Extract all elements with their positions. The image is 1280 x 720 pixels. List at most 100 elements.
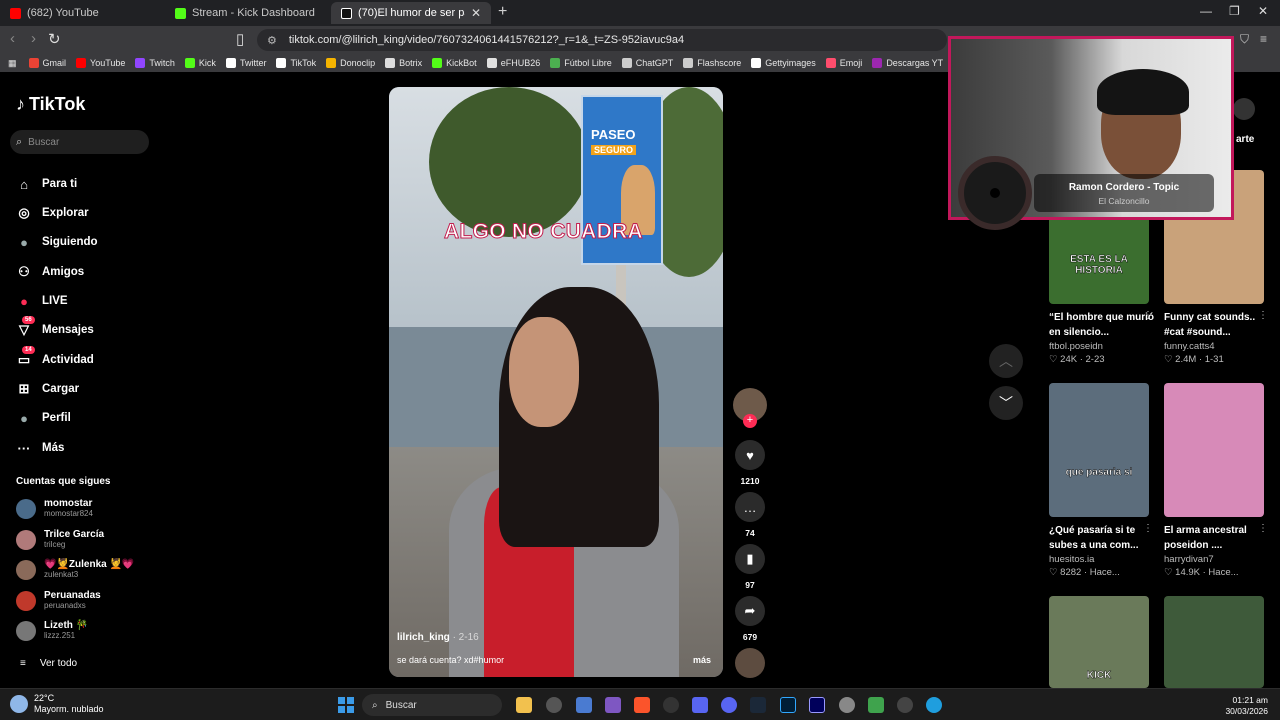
edge-icon[interactable] xyxy=(926,697,942,713)
recommended-title: ¿Qué pasaría si te subes a una com... xyxy=(1049,525,1139,551)
following-heading: Cuentas que sigues xyxy=(16,476,111,487)
bookmark-label: Twitch xyxy=(149,58,175,68)
partial-tab-label[interactable]: arte xyxy=(1236,134,1254,145)
discord-icon[interactable] xyxy=(692,697,708,713)
bookmark-item[interactable]: Twitch xyxy=(135,58,175,68)
bookmark-item[interactable]: Descargas YT xyxy=(872,58,943,68)
bookmark-item[interactable]: Kick xyxy=(184,58,216,68)
system-clock[interactable]: 01:21 am 30/03/2026 xyxy=(1225,695,1268,717)
brave-browser-icon[interactable] xyxy=(634,697,650,713)
follow-plus-icon[interactable]: + xyxy=(743,414,757,428)
sidebar-item-amigos[interactable]: ⚇ Amigos xyxy=(16,264,84,280)
more-link[interactable]: más xyxy=(693,655,711,665)
like-button[interactable]: ♥ 1210 xyxy=(735,440,765,486)
bookmark-item[interactable]: Twitter xyxy=(225,58,266,68)
site-settings-icon[interactable]: ⚙ xyxy=(267,34,277,47)
reload-icon[interactable]: ↻ xyxy=(48,30,61,48)
sidebar-item-cargar[interactable]: ⊞ Cargar xyxy=(16,381,80,397)
maximize-icon[interactable]: ❐ xyxy=(1229,4,1240,18)
sidebar-item-explorar[interactable]: ◎ Explorar xyxy=(16,205,88,221)
start-button[interactable] xyxy=(338,697,354,713)
share-button[interactable]: ➦ 679 xyxy=(735,596,765,642)
media-player-icon[interactable] xyxy=(663,697,679,713)
now-playing-box: Ramon Cordero - Topic El Calzoncillo xyxy=(1034,174,1214,212)
bookmark-item[interactable]: Gettyimages xyxy=(751,58,816,68)
recommended-video-card[interactable]: que pasaria si ¿Qué pasaría si te subes a… xyxy=(1049,383,1157,578)
photoshop-icon[interactable] xyxy=(780,697,796,713)
followed-account[interactable]: Lizeth 🎋 lizzz.251 xyxy=(16,620,88,641)
minimize-icon[interactable]: — xyxy=(1200,4,1212,18)
profile-mini-avatar[interactable] xyxy=(1233,98,1255,120)
obs-icon[interactable] xyxy=(546,697,562,713)
sidebar-item-perfil[interactable]: ● Perfil xyxy=(16,410,71,426)
bookmark-item[interactable]: Botrix xyxy=(385,58,422,68)
recommended-video-card[interactable] xyxy=(1164,596,1264,688)
recommended-video-card[interactable]: El arma ancestral poseidon .... harrydiva… xyxy=(1164,383,1272,578)
bookmark-item[interactable]: Flashscore xyxy=(683,58,741,68)
music-avatar[interactable] xyxy=(735,648,765,678)
new-tab-button[interactable]: + xyxy=(498,3,507,21)
notepad-icon[interactable] xyxy=(868,697,884,713)
play-icon[interactable] xyxy=(897,697,913,713)
sidebar-item-para-ti[interactable]: ⌂ Para ti xyxy=(16,176,77,192)
video-overlay-caption: ALGO NO CUADRA xyxy=(443,220,644,244)
bookmark-item[interactable]: Gmail xyxy=(28,58,66,68)
apps-grid-icon[interactable]: ▦ xyxy=(8,58,17,69)
see-all-link[interactable]: ≡ Ver todo xyxy=(20,658,77,669)
steam-icon[interactable] xyxy=(750,697,766,713)
video-player[interactable]: PASEO SEGURO ALGO NO CUADRA lilrich_king… xyxy=(389,87,723,677)
previous-video-button[interactable]: ︿ xyxy=(989,344,1023,378)
bookmark-item[interactable]: Fútbol Libre xyxy=(550,58,612,68)
save-button[interactable]: ▮ 97 xyxy=(735,544,765,590)
sidebar-item-label: Más xyxy=(42,442,65,454)
tab-kick-dashboard[interactable]: Stream - Kick Dashboard xyxy=(165,2,331,24)
bookmark-item[interactable]: ChatGPT xyxy=(621,58,673,68)
bookmark-item[interactable]: TikTok xyxy=(276,58,316,68)
close-window-icon[interactable]: ✕ xyxy=(1258,4,1268,18)
close-tab-icon[interactable]: ✕ xyxy=(471,6,481,20)
menu-icon[interactable]: ≡ xyxy=(1260,32,1267,46)
followed-account[interactable]: momostar momostar824 xyxy=(16,498,93,519)
bookmark-label: Fútbol Libre xyxy=(564,58,612,68)
bookmark-item[interactable]: eFHUB26 xyxy=(486,58,540,68)
bookmark-icon[interactable]: ▯ xyxy=(236,30,244,48)
premiere-icon[interactable] xyxy=(809,697,825,713)
bookmark-item[interactable]: Emoji xyxy=(825,58,862,68)
comment-button[interactable]: … 74 xyxy=(735,492,765,538)
bookmark-item[interactable]: YouTube xyxy=(76,58,125,68)
discord-alt-icon[interactable] xyxy=(721,697,737,713)
more-options-icon[interactable]: ⋮ xyxy=(1143,523,1153,534)
settings-gear-icon[interactable] xyxy=(839,697,855,713)
weather-widget[interactable]: 22°C Mayorm. nublado xyxy=(10,693,104,715)
bookmark-item[interactable]: KickBot xyxy=(432,58,477,68)
tiktok-logo[interactable]: ♪ TikTok xyxy=(16,94,85,115)
sidebar-item-actividad[interactable]: ▭ 14 Actividad xyxy=(16,346,94,368)
sidebar-item-mensajes[interactable]: ▽ 56 Mensajes xyxy=(16,316,94,338)
bookmark-item[interactable]: Donoclip xyxy=(326,58,375,68)
address-bar[interactable]: ⚙ tiktok.com/@lilrich_king/video/7607324… xyxy=(257,29,947,51)
taskbar-search[interactable]: ⌕ Buscar xyxy=(362,694,502,716)
more-options-icon[interactable]: ⋮ xyxy=(1258,523,1268,534)
file-explorer-icon[interactable] xyxy=(516,697,532,713)
sidebar-item-live[interactable]: ● LIVE xyxy=(16,293,68,309)
tab-tiktok-active[interactable]: (70)El humor de ser papá en tre ✕ xyxy=(331,2,491,24)
taskbar-search-label: Buscar xyxy=(385,699,417,711)
author-name: lilrich_king xyxy=(397,632,450,643)
video-author[interactable]: lilrich_king · 2-16 xyxy=(397,632,479,643)
search-input[interactable]: ⌕ Buscar xyxy=(10,130,149,154)
sidebar-item-siguiendo[interactable]: ● Siguiendo xyxy=(16,234,98,250)
tab-youtube[interactable]: (682) YouTube xyxy=(0,2,165,24)
next-video-button[interactable]: ﹀ xyxy=(989,386,1023,420)
more-options-icon[interactable]: ⋮ xyxy=(1143,310,1153,321)
forward-icon[interactable]: › xyxy=(31,30,36,47)
followed-account[interactable]: 💗💆Zulenka 💆💗 zulenkat3 xyxy=(16,559,134,580)
recommended-video-card[interactable]: KICK xyxy=(1049,596,1149,688)
sidebar-item-más[interactable]: ··· Más xyxy=(16,440,65,456)
app-icon[interactable] xyxy=(605,697,621,713)
back-icon[interactable]: ‹ xyxy=(10,30,15,47)
app-icon[interactable] xyxy=(576,697,592,713)
followed-account[interactable]: Peruanadas peruanadxs xyxy=(16,590,101,611)
followed-account[interactable]: Trilce García trilceg xyxy=(16,529,104,550)
more-options-icon[interactable]: ⋮ xyxy=(1258,310,1268,321)
shield-icon[interactable]: ⛉ xyxy=(1240,32,1249,47)
